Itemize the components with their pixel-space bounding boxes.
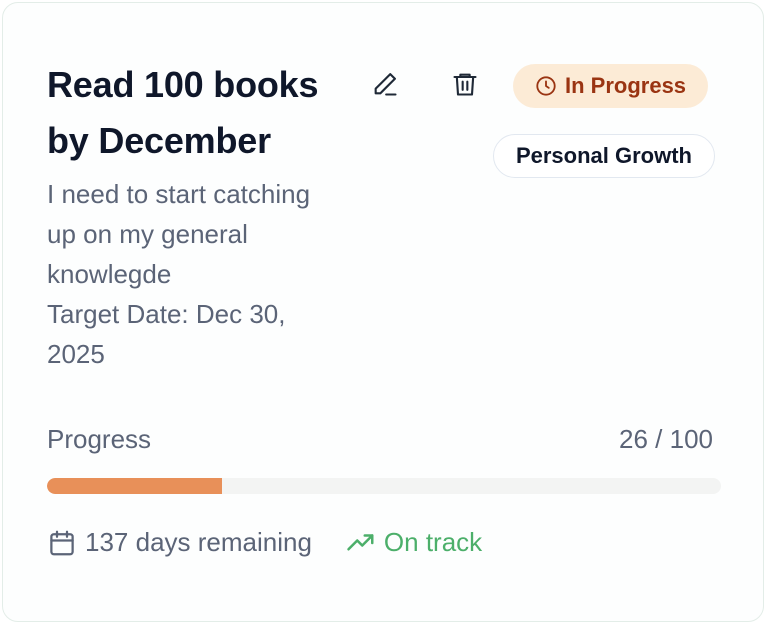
- status-badge: In Progress: [513, 64, 709, 108]
- on-track-indicator: On track: [346, 527, 482, 558]
- calendar-icon: [47, 528, 77, 558]
- trash-icon: [451, 70, 479, 103]
- days-remaining: 137 days remaining: [85, 527, 312, 557]
- description-line: up on my general: [47, 219, 248, 249]
- goal-footer: 137 days remaining On track: [47, 527, 482, 558]
- edit-button[interactable]: [365, 66, 405, 106]
- delete-button[interactable]: [445, 66, 485, 106]
- trending-up-icon: [346, 528, 376, 558]
- description-line: I need to start catching: [47, 179, 311, 209]
- target-date-line: 2025: [47, 339, 105, 369]
- progress-label: Progress: [47, 424, 152, 454]
- progress-bar: [47, 478, 721, 494]
- clock-icon: [535, 75, 557, 97]
- goal-description: I need to start catching up on my genera…: [47, 174, 367, 374]
- target-date-line: Target Date: Dec 30,: [47, 299, 286, 329]
- description-line: knowlegde: [47, 259, 172, 289]
- on-track-label: On track: [383, 527, 483, 557]
- goal-card: Read 100 books by December In Progress P…: [2, 2, 764, 622]
- progress-count: 26 / 100: [619, 424, 713, 454]
- goal-title: Read 100 books by December: [47, 64, 319, 161]
- pencil-icon: [371, 70, 399, 103]
- category-badge: Personal Growth: [492, 134, 715, 178]
- status-label: In Progress: [565, 73, 687, 98]
- progress-bar-fill: [47, 478, 223, 494]
